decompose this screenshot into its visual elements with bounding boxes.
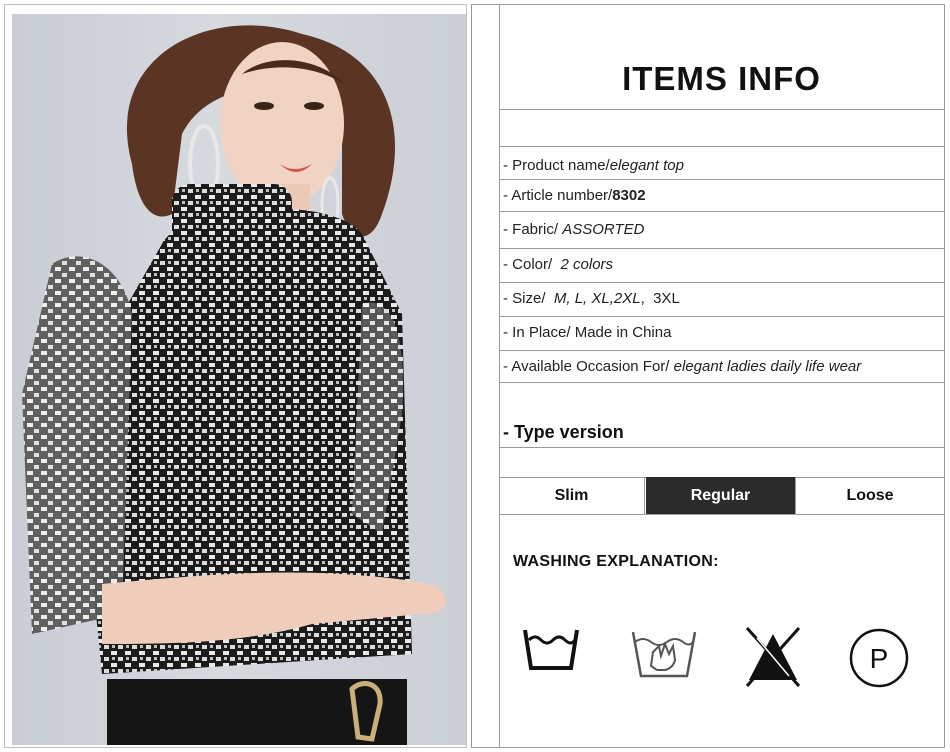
row-separator [499,282,944,283]
row-separator [499,447,944,448]
row-value: M, L, XL,2XL [553,290,641,307]
row-separator [499,382,944,383]
do-not-bleach-icon [745,626,801,688]
type-option-loose[interactable]: Loose [795,477,944,514]
info-row-product-name: - Product name/elegant top [503,157,684,174]
row-separator [499,514,944,515]
divider-edge [944,4,945,748]
info-row-fabric: - Fabric/ ASSORTED [503,221,644,238]
row-label: - Size/ [503,290,546,307]
info-row-in-place: - In Place/ Made in China [503,324,671,341]
row-label: - Article number/ [503,187,613,204]
row-value-extra: 3XL [653,290,680,307]
row-value: elegant ladies daily life wear [673,358,862,375]
model-illustration [22,25,446,745]
row-separator [499,248,944,249]
row-separator [499,146,944,147]
type-version-title: - Type version [503,422,624,442]
dry-clean-p-icon: P [849,628,909,688]
row-separator [499,350,944,351]
info-row-occasion: - Available Occasion For/ elegant ladies… [503,358,861,375]
page-title: ITEMS INFO [622,60,821,97]
row-separator [499,211,944,212]
row-label: - In Place/ [503,324,571,341]
hand-wash-icon [631,631,697,678]
items-info-panel: ITEMS INFO - Product name/elegant top - … [499,4,944,748]
row-separator [499,109,944,110]
washing-title: WASHING EXPLANATION: [513,553,719,570]
photo-frame [4,4,467,748]
info-row-color: - Color/ 2 colors [503,256,613,273]
row-value: elegant top [609,157,684,174]
row-value: 8302 [612,187,646,204]
row-label: - Available Occasion For/ [503,358,670,375]
row-value: Made in China [574,324,672,341]
row-value: 2 colors [560,256,614,273]
dry-clean-letter: P [870,643,889,674]
type-option-slim[interactable]: Slim [499,477,645,514]
row-separator [499,316,944,317]
row-separator [499,179,944,180]
row-label: - Product name/ [503,157,610,174]
divider-left [471,4,472,748]
info-row-article-number: - Article number/8302 [503,187,646,204]
model-photo [12,14,466,745]
row-label: - Color/ [503,256,553,273]
row-value: ASSORTED [562,221,645,238]
type-option-regular[interactable]: Regular [646,477,795,514]
machine-wash-icon [523,629,579,670]
info-row-size: - Size/ M, L, XL,2XL, 3XL [503,290,680,307]
row-label: - Fabric/ [503,221,559,238]
